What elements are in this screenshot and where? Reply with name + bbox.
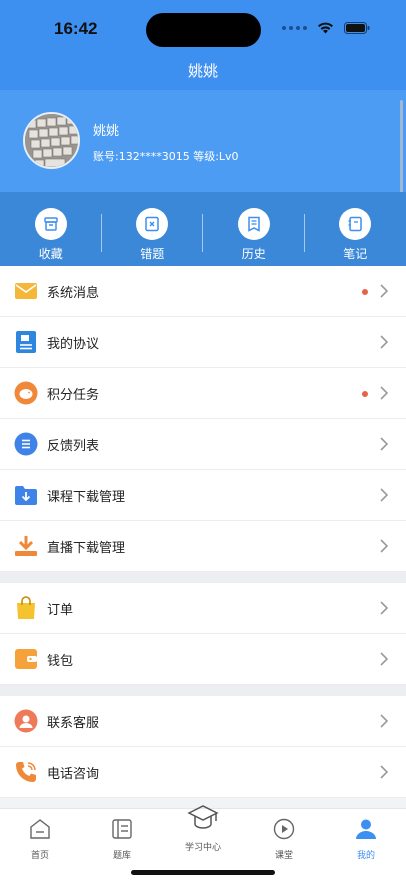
customer-service-icon xyxy=(14,709,38,733)
menu-item-label: 课程下载管理 xyxy=(47,489,126,505)
menu-item-label: 联系客服 xyxy=(47,715,100,731)
menu-item-label: 订单 xyxy=(47,602,74,618)
user-icon xyxy=(356,819,376,839)
notification-dot xyxy=(362,391,368,397)
wifi-icon xyxy=(318,22,333,34)
quick-favorites-label: 收藏 xyxy=(38,247,63,261)
home-indicator xyxy=(131,870,275,875)
status-time: 16:42 xyxy=(54,19,98,38)
menu-item-wallet[interactable]: 钱包 xyxy=(0,634,406,685)
piggy-bank-icon xyxy=(14,381,38,405)
menu-item-label: 反馈列表 xyxy=(47,438,100,454)
menu-item-label: 直播下载管理 xyxy=(47,540,126,556)
course-download-icon xyxy=(15,486,37,505)
wallet-icon xyxy=(15,649,37,669)
live-download-icon xyxy=(15,536,37,556)
section-divider xyxy=(0,685,406,696)
dynamic-island xyxy=(146,13,261,47)
mail-icon xyxy=(15,283,37,299)
menu-item-label: 系统消息 xyxy=(47,285,100,301)
favorites-box-icon xyxy=(34,208,67,240)
tab-home[interactable]: 首页 xyxy=(10,817,70,861)
quick-actions: 收藏 错题 历史 笔记 xyxy=(0,192,406,266)
tab-label: 课堂 xyxy=(274,851,293,861)
phone-icon xyxy=(16,762,36,782)
menu-item-feedback-list[interactable]: 反馈列表 xyxy=(0,419,406,470)
menu-item-live-download[interactable]: 直播下载管理 xyxy=(0,521,406,572)
status-bar: 16:42 xyxy=(0,0,406,52)
menu-item-label: 积分任务 xyxy=(47,387,100,403)
chevron-right-icon xyxy=(380,284,388,298)
tab-label: 首页 xyxy=(30,851,49,861)
menu-item-label: 我的协议 xyxy=(47,336,100,352)
tab-mine[interactable]: 我的 xyxy=(336,817,396,861)
wrong-questions-icon xyxy=(136,208,169,240)
menu-list: 系统消息 我的协议 积分任务 反馈列表 课程下载管理 直播下载管理 订单 钱包 xyxy=(0,266,406,798)
tab-learning-center[interactable]: 学习中心 xyxy=(173,803,233,853)
battery-icon xyxy=(344,22,370,34)
avatar-keyboard-image xyxy=(25,114,78,167)
menu-item-orders[interactable]: 订单 xyxy=(0,583,406,634)
signal-icon xyxy=(282,26,307,30)
chevron-right-icon xyxy=(380,601,388,615)
play-circle-icon xyxy=(273,818,295,840)
menu-item-points-tasks[interactable]: 积分任务 xyxy=(0,368,406,419)
quick-wrong-questions-label: 错题 xyxy=(140,247,165,261)
chevron-right-icon xyxy=(380,539,388,553)
menu-item-label: 电话咨询 xyxy=(47,766,100,782)
notification-dot xyxy=(362,289,368,295)
quick-history-label: 历史 xyxy=(241,247,266,261)
section-divider xyxy=(0,572,406,583)
graduation-cap-icon xyxy=(187,805,219,829)
quick-history[interactable]: 历史 xyxy=(203,192,305,266)
user-name: 姚姚 xyxy=(93,124,120,139)
agreement-icon xyxy=(16,331,36,353)
menu-item-system-messages[interactable]: 系统消息 xyxy=(0,266,406,317)
tab-label: 我的 xyxy=(356,851,375,861)
quick-favorites[interactable]: 收藏 xyxy=(0,192,102,266)
menu-item-my-agreement[interactable]: 我的协议 xyxy=(0,317,406,368)
menu-item-label: 钱包 xyxy=(47,653,74,669)
question-bank-icon xyxy=(112,819,132,839)
history-doc-icon xyxy=(237,208,270,240)
tab-label: 题库 xyxy=(112,851,131,861)
notebook-icon xyxy=(339,208,372,240)
chevron-right-icon xyxy=(380,488,388,502)
quick-notes-label: 笔记 xyxy=(343,247,368,261)
quick-notes[interactable]: 笔记 xyxy=(305,192,406,266)
menu-item-phone-consult[interactable]: 电话咨询 xyxy=(0,747,406,798)
tab-question-bank[interactable]: 题库 xyxy=(92,817,152,861)
menu-item-course-download[interactable]: 课程下载管理 xyxy=(0,470,406,521)
menu-item-contact-support[interactable]: 联系客服 xyxy=(0,696,406,747)
chevron-right-icon xyxy=(380,437,388,451)
chevron-right-icon xyxy=(380,765,388,779)
chevron-right-icon xyxy=(380,714,388,728)
home-icon xyxy=(30,819,50,839)
tab-label: 学习中心 xyxy=(184,843,221,853)
tab-classroom[interactable]: 课堂 xyxy=(254,817,314,861)
chevron-right-icon xyxy=(380,335,388,349)
chevron-right-icon xyxy=(380,652,388,666)
profile-header[interactable]: 姚姚 账号:132****3015 等级:Lv0 xyxy=(0,90,406,192)
page-title: 姚姚 xyxy=(187,62,218,80)
avatar[interactable] xyxy=(23,112,80,169)
status-icons xyxy=(282,22,370,34)
chevron-right-icon xyxy=(380,386,388,400)
shopping-bag-icon xyxy=(17,596,35,619)
account-level-info: 账号:132****3015 等级:Lv0 xyxy=(93,150,239,163)
quick-wrong-questions[interactable]: 错题 xyxy=(102,192,203,266)
feedback-list-icon xyxy=(14,432,38,456)
navigation-bar: 姚姚 xyxy=(0,52,406,90)
